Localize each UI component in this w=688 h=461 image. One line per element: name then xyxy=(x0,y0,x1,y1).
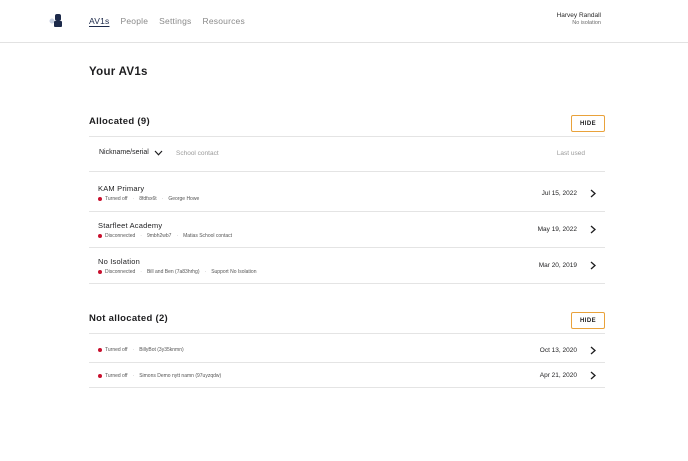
av1-contact: Support No Isolation xyxy=(211,269,257,275)
chevron-right-icon xyxy=(590,225,596,234)
av1-last-used: Apr 21, 2020 xyxy=(539,372,577,379)
av1-contact: George Howe xyxy=(168,196,200,202)
av1-nickname: Starfleet Academy xyxy=(98,221,163,230)
av1-contact: Matias School contact xyxy=(183,233,233,239)
av1-serial: Bill and Ben (7a83hrhg) xyxy=(146,269,200,275)
nav-av1s[interactable]: AV1s xyxy=(89,16,110,26)
av1-serial: 9mbh2wb7 xyxy=(146,233,172,239)
av1-status: Disconnected xyxy=(105,233,136,239)
av1-row[interactable]: Starfleet Academy Disconnected · 9mbh2wb… xyxy=(89,212,605,247)
not-allocated-section-title: Not allocated (2) xyxy=(89,313,168,324)
status-dot xyxy=(98,348,102,352)
top-bar: AV1s People Settings Resources Harvey Ra… xyxy=(0,0,688,43)
av1-last-used: Mar 20, 2019 xyxy=(538,262,577,269)
nav-people[interactable]: People xyxy=(121,16,149,26)
av1-last-used: May 19, 2022 xyxy=(537,226,577,233)
sort-select-value: Nickname/serial xyxy=(99,149,149,156)
user-menu[interactable]: Harvey Randall No isolation xyxy=(557,12,601,26)
av1-meta: Turned off · 8fdfsx6t · George Howe xyxy=(98,196,199,202)
av1-meta: Turned off · Simons Demo nytt namn (97uy… xyxy=(98,373,221,379)
chevron-right-icon xyxy=(590,189,596,198)
av1-serial: Simons Demo nytt namn (97uyzqdw) xyxy=(139,373,222,379)
status-dot xyxy=(98,234,102,238)
not-allocated-hide-button[interactable]: HIDE xyxy=(571,312,605,329)
allocated-section-title: Allocated (9) xyxy=(89,116,150,127)
allocated-hide-button[interactable]: HIDE xyxy=(571,115,605,132)
nav-resources[interactable]: Resources xyxy=(203,16,245,26)
sort-select[interactable]: Nickname/serial xyxy=(99,149,163,156)
av1-row[interactable]: Turned off · Simons Demo nytt namn (97uy… xyxy=(89,363,605,387)
chevron-right-icon xyxy=(590,371,596,380)
status-dot xyxy=(98,374,102,378)
chevron-right-icon xyxy=(590,346,596,355)
column-school-contact: School contact xyxy=(176,150,219,157)
chevron-down-icon xyxy=(154,150,163,156)
av1-last-used: Jul 15, 2022 xyxy=(541,190,577,197)
av1-status: Disconnected xyxy=(105,269,136,275)
column-last-used: Last used xyxy=(556,150,585,157)
user-name: Harvey Randall xyxy=(556,12,601,19)
av1-serial: BillyBot (3y35knmn) xyxy=(139,347,184,353)
user-organization: No isolation xyxy=(572,20,601,26)
divider xyxy=(89,283,605,284)
chevron-right-icon xyxy=(590,261,596,270)
av1-last-used: Oct 13, 2020 xyxy=(539,347,577,354)
av1-row[interactable]: No Isolation Disconnected · Bill and Ben… xyxy=(89,248,605,283)
av1-status: Turned off xyxy=(105,347,128,353)
page-title: Your AV1s xyxy=(89,66,148,78)
av1-meta: Disconnected · Bill and Ben (7a83hrhg) ·… xyxy=(98,269,257,275)
av1-meta: Turned off · BillyBot (3y35knmn) xyxy=(98,347,184,353)
divider xyxy=(89,136,605,137)
divider xyxy=(89,387,605,388)
status-dot xyxy=(98,197,102,201)
av1-serial: 8fdfsx6t xyxy=(139,196,157,202)
av1-row[interactable]: KAM Primary Turned off · 8fdfsx6t · Geor… xyxy=(89,172,605,211)
av1-nickname: No Isolation xyxy=(98,257,141,266)
av1-status: Turned off xyxy=(105,373,128,379)
av1-logo-icon[interactable] xyxy=(49,13,63,28)
main-nav: AV1s People Settings Resources xyxy=(89,16,256,26)
av1-row[interactable]: Turned off · BillyBot (3y35knmn) Oct 13,… xyxy=(89,334,605,362)
nav-settings[interactable]: Settings xyxy=(159,16,191,26)
av1-meta: Disconnected · 9mbh2wb7 · Matias School … xyxy=(98,233,232,239)
av1-status: Turned off xyxy=(105,196,128,202)
av1-nickname: KAM Primary xyxy=(98,184,145,193)
status-dot xyxy=(98,270,102,274)
